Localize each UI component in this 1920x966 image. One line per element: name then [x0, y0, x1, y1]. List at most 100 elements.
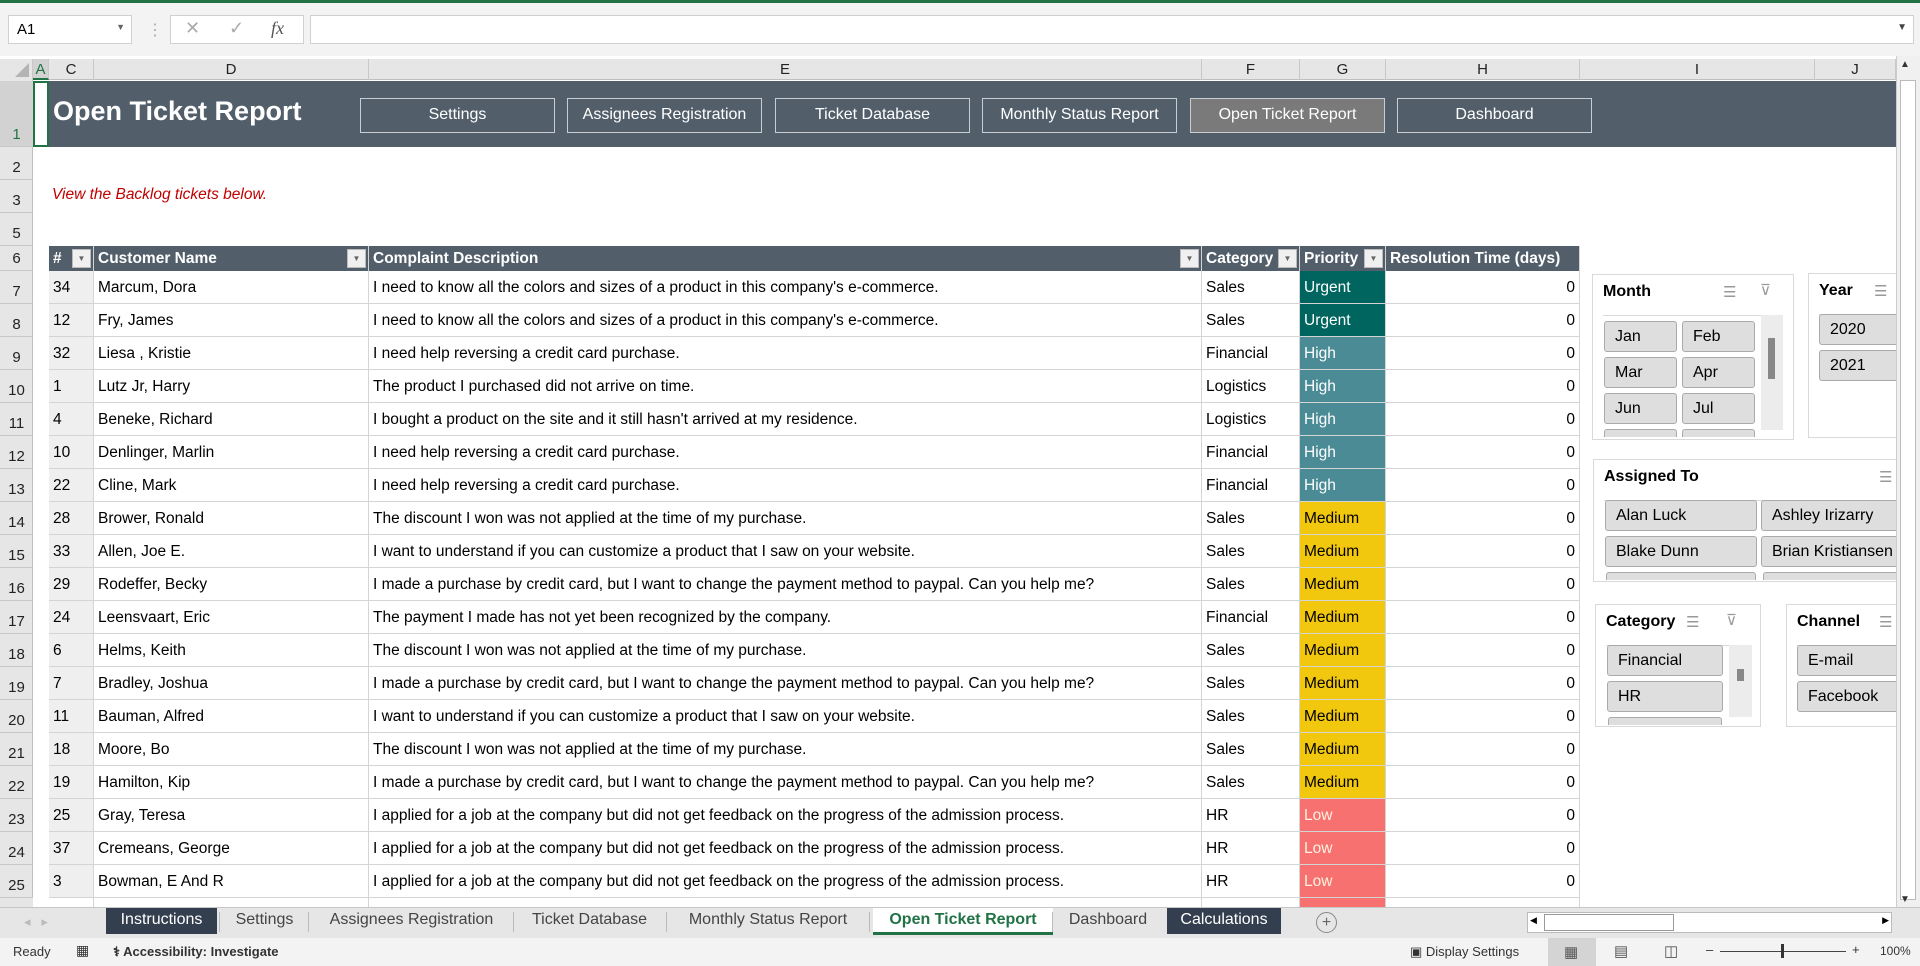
column-header-c[interactable]: C — [49, 59, 94, 80]
nav-button-dashboard[interactable]: Dashboard — [1397, 98, 1592, 133]
row-header-11[interactable]: 11 — [0, 403, 33, 436]
row-header-13[interactable]: 13 — [0, 469, 33, 502]
slicer-item[interactable]: Mar — [1604, 357, 1677, 388]
cancel-icon[interactable]: ✕ — [185, 18, 200, 39]
scroll-left-icon[interactable]: ◀ — [1530, 915, 1537, 926]
slicer-item[interactable]: Blake Dunn — [1605, 536, 1757, 567]
row-header-21[interactable]: 21 — [0, 733, 33, 766]
row-header-22[interactable]: 22 — [0, 766, 33, 799]
row-header-12[interactable]: 12 — [0, 436, 33, 469]
formula-input[interactable]: ▼ — [310, 15, 1914, 44]
zoom-slider-thumb[interactable] — [1781, 944, 1784, 958]
row-header-3[interactable]: 3 — [0, 180, 33, 213]
zoom-level[interactable]: 100% — [1880, 944, 1911, 958]
slicer-item[interactable]: Ashley Irizarry — [1761, 500, 1912, 531]
slicer-item-partial[interactable] — [1608, 717, 1722, 725]
slicer-item[interactable]: 2020 — [1819, 314, 1907, 345]
page-break-icon[interactable]: ◫ — [1664, 942, 1678, 960]
column-header-h[interactable]: H — [1386, 59, 1580, 80]
multi-select-icon[interactable]: ☰ — [1879, 613, 1892, 631]
column-header-a[interactable]: A — [33, 59, 49, 80]
tab-scroll-icons[interactable]: ◂ ▸ — [24, 914, 48, 930]
slicer-item[interactable]: Brian Kristiansen — [1761, 536, 1912, 567]
sheet-tab-dashboard[interactable]: Dashboard — [1056, 908, 1160, 934]
row-header-23[interactable]: 23 — [0, 799, 33, 832]
horizontal-scrollbar[interactable]: ◀ ▶ — [1527, 912, 1892, 933]
nav-button-settings[interactable]: Settings — [360, 98, 555, 133]
row-header-8[interactable]: 8 — [0, 304, 33, 337]
row-header-24[interactable]: 24 — [0, 832, 33, 865]
selected-cell-a1[interactable] — [33, 81, 49, 147]
slicer-scroll-thumb[interactable] — [1737, 669, 1744, 681]
sheet-tab-open-ticket-report[interactable]: Open Ticket Report — [873, 908, 1053, 935]
row-header-18[interactable]: 18 — [0, 634, 33, 667]
scroll-thumb[interactable] — [1900, 80, 1916, 900]
slicer-item[interactable]: Financial — [1607, 645, 1723, 676]
nav-button-assignees-registration[interactable]: Assignees Registration — [567, 98, 762, 133]
enter-icon[interactable]: ✓ — [229, 18, 244, 39]
row-header-9[interactable]: 9 — [0, 337, 33, 370]
slicer-item[interactable]: E-mail — [1797, 645, 1907, 676]
nav-button-ticket-database[interactable]: Ticket Database — [775, 98, 970, 133]
filter-dropdown-icon[interactable]: ▼ — [347, 249, 366, 268]
slicer-scroll-thumb[interactable] — [1768, 338, 1775, 379]
expand-formula-icon[interactable]: ▼ — [1897, 22, 1907, 33]
insert-function-icon[interactable]: fx — [271, 18, 284, 39]
sheet-tab-calculations[interactable]: Calculations — [1167, 908, 1281, 934]
slicer-scrollbar[interactable] — [1729, 645, 1752, 717]
row-header-1[interactable]: 1 — [0, 81, 33, 147]
page-layout-icon[interactable]: ▤ — [1614, 942, 1628, 960]
slicer-item[interactable]: HR — [1607, 681, 1723, 712]
multi-select-icon[interactable]: ☰ — [1723, 283, 1736, 301]
slicer-item[interactable]: Apr — [1682, 357, 1755, 388]
row-header-16[interactable]: 16 — [0, 568, 33, 601]
sheet-tab-settings[interactable]: Settings — [223, 908, 306, 934]
sheet-tab-monthly-status-report[interactable]: Monthly Status Report — [670, 908, 866, 934]
slicer-item-partial[interactable] — [1682, 429, 1755, 437]
name-box[interactable]: A1 ▼ — [8, 15, 132, 44]
row-header-25[interactable]: 25 — [0, 865, 33, 898]
normal-view-button[interactable]: ▦ — [1548, 938, 1596, 966]
row-header-17[interactable]: 17 — [0, 601, 33, 634]
multi-select-icon[interactable]: ☰ — [1879, 468, 1892, 486]
nav-button-open-ticket-report[interactable]: Open Ticket Report — [1190, 98, 1385, 133]
column-header-d[interactable]: D — [94, 59, 369, 80]
row-header-2[interactable]: 2 — [0, 147, 33, 180]
slicer-item[interactable]: Feb — [1682, 321, 1755, 352]
filter-dropdown-icon[interactable]: ▼ — [1278, 249, 1297, 268]
multi-select-icon[interactable]: ☰ — [1874, 282, 1887, 300]
column-header-g[interactable]: G — [1300, 59, 1386, 80]
row-header-7[interactable]: 7 — [0, 271, 33, 304]
multi-select-icon[interactable]: ☰ — [1686, 613, 1699, 631]
slicer-item-partial[interactable] — [1604, 429, 1677, 437]
add-sheet-icon[interactable]: + — [1316, 912, 1337, 933]
column-header-i[interactable]: I — [1580, 59, 1815, 80]
slicer-item[interactable]: Jan — [1604, 321, 1677, 352]
sheet-tab-assignees-registration[interactable]: Assignees Registration — [312, 908, 511, 934]
column-header-j[interactable]: J — [1815, 59, 1896, 80]
row-header-15[interactable]: 15 — [0, 535, 33, 568]
column-header-e[interactable]: E — [369, 59, 1202, 80]
zoom-in-icon[interactable]: + — [1852, 942, 1860, 957]
row-header-10[interactable]: 10 — [0, 370, 33, 403]
accessibility-status[interactable]: ⚕ Accessibility: Investigate — [113, 944, 279, 960]
select-all-button[interactable] — [0, 59, 33, 80]
row-header-5[interactable]: 5 — [0, 213, 33, 246]
slicer-item-partial[interactable] — [1606, 572, 1756, 580]
scroll-right-icon[interactable]: ▶ — [1882, 915, 1889, 926]
slicer-item[interactable]: 2021 — [1819, 350, 1907, 381]
sheet-tab-ticket-database[interactable]: Ticket Database — [517, 908, 662, 934]
clear-filter-icon[interactable]: ⊽ — [1760, 281, 1771, 299]
sheet-tab-instructions[interactable]: Instructions — [106, 908, 217, 934]
slicer-item[interactable]: Jun — [1604, 393, 1677, 424]
slicer-item[interactable]: Alan Luck — [1605, 500, 1757, 531]
scroll-down-icon[interactable]: ▼ — [1900, 894, 1910, 905]
slicer-item[interactable]: Facebook — [1797, 681, 1907, 712]
row-header-20[interactable]: 20 — [0, 700, 33, 733]
chevron-down-icon[interactable]: ▼ — [116, 22, 125, 32]
row-header-14[interactable]: 14 — [0, 502, 33, 535]
zoom-out-icon[interactable]: – — [1706, 942, 1713, 957]
slicer-item[interactable]: Jul — [1682, 393, 1755, 424]
nav-button-monthly-status-report[interactable]: Monthly Status Report — [982, 98, 1177, 133]
filter-dropdown-icon[interactable]: ▼ — [72, 249, 91, 268]
